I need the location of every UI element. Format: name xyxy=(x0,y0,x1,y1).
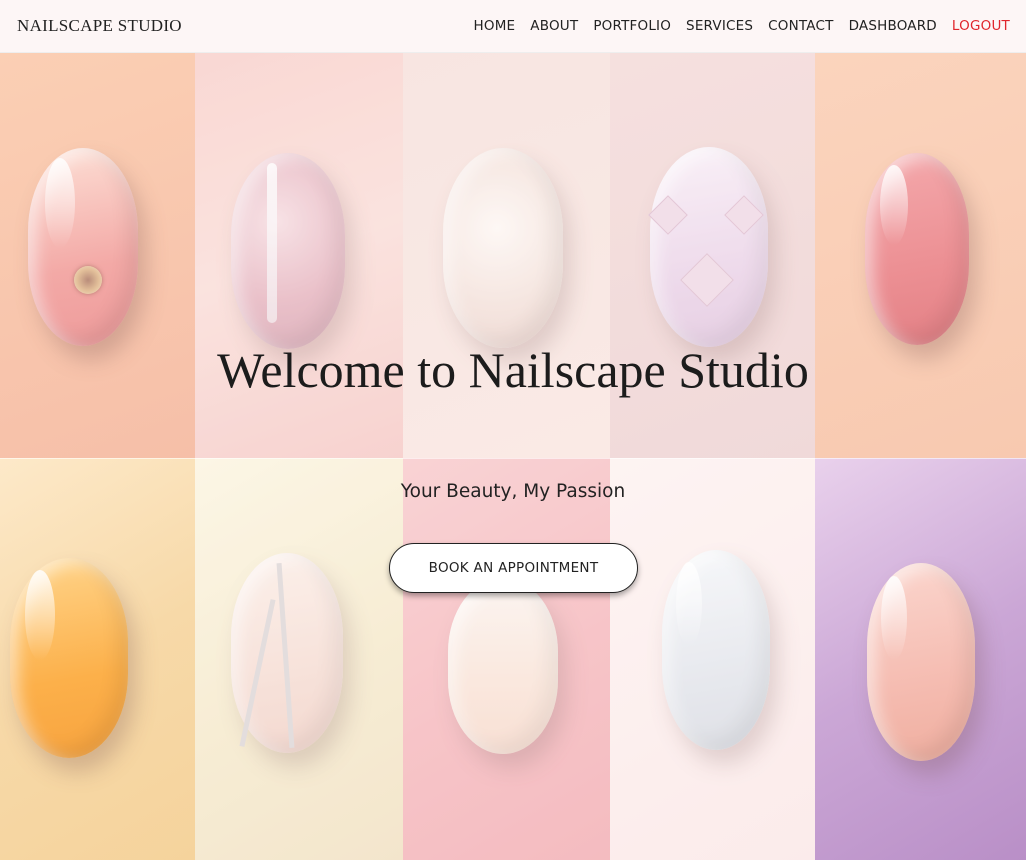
nav-contact-link[interactable]: CONTACT xyxy=(768,18,833,34)
top-navbar: NAILSCAPE STUDIO HOME ABOUT PORTFOLIO SE… xyxy=(0,0,1026,53)
nav-services-link[interactable]: SERVICES xyxy=(686,18,753,34)
nav-about-link[interactable]: ABOUT xyxy=(530,18,578,34)
book-appointment-button[interactable]: BOOK AN APPOINTMENT xyxy=(389,543,638,593)
hero-title: Welcome to Nailscape Studio xyxy=(217,342,809,398)
nail-image xyxy=(865,153,969,345)
nav-logout-link[interactable]: LOGOUT xyxy=(952,18,1010,34)
nail-image xyxy=(28,148,138,346)
brand-logo[interactable]: NAILSCAPE STUDIO xyxy=(17,16,182,36)
tile-divider xyxy=(0,458,1026,459)
nail-shine xyxy=(25,570,55,660)
nail-image-tile xyxy=(815,53,1026,458)
gem-decoration xyxy=(74,266,102,294)
nail-image-tile xyxy=(815,458,1026,860)
nav-portfolio-link[interactable]: PORTFOLIO xyxy=(593,18,671,34)
nail-shine xyxy=(881,576,907,660)
nail-image-tile xyxy=(0,458,195,860)
nav-home-link[interactable]: HOME xyxy=(474,18,516,34)
hero-subtitle: Your Beauty, My Passion xyxy=(400,481,626,502)
nail-shine xyxy=(880,165,908,245)
hero-section: Welcome to Nailscape Studio Your Beauty,… xyxy=(0,53,1026,860)
nav-links: HOME ABOUT PORTFOLIO SERVICES CONTACT DA… xyxy=(474,18,1010,34)
nav-dashboard-link[interactable]: DASHBOARD xyxy=(849,18,937,34)
nail-image-tile xyxy=(0,53,195,458)
nail-shine xyxy=(45,158,75,248)
hero-overlay xyxy=(195,53,815,860)
